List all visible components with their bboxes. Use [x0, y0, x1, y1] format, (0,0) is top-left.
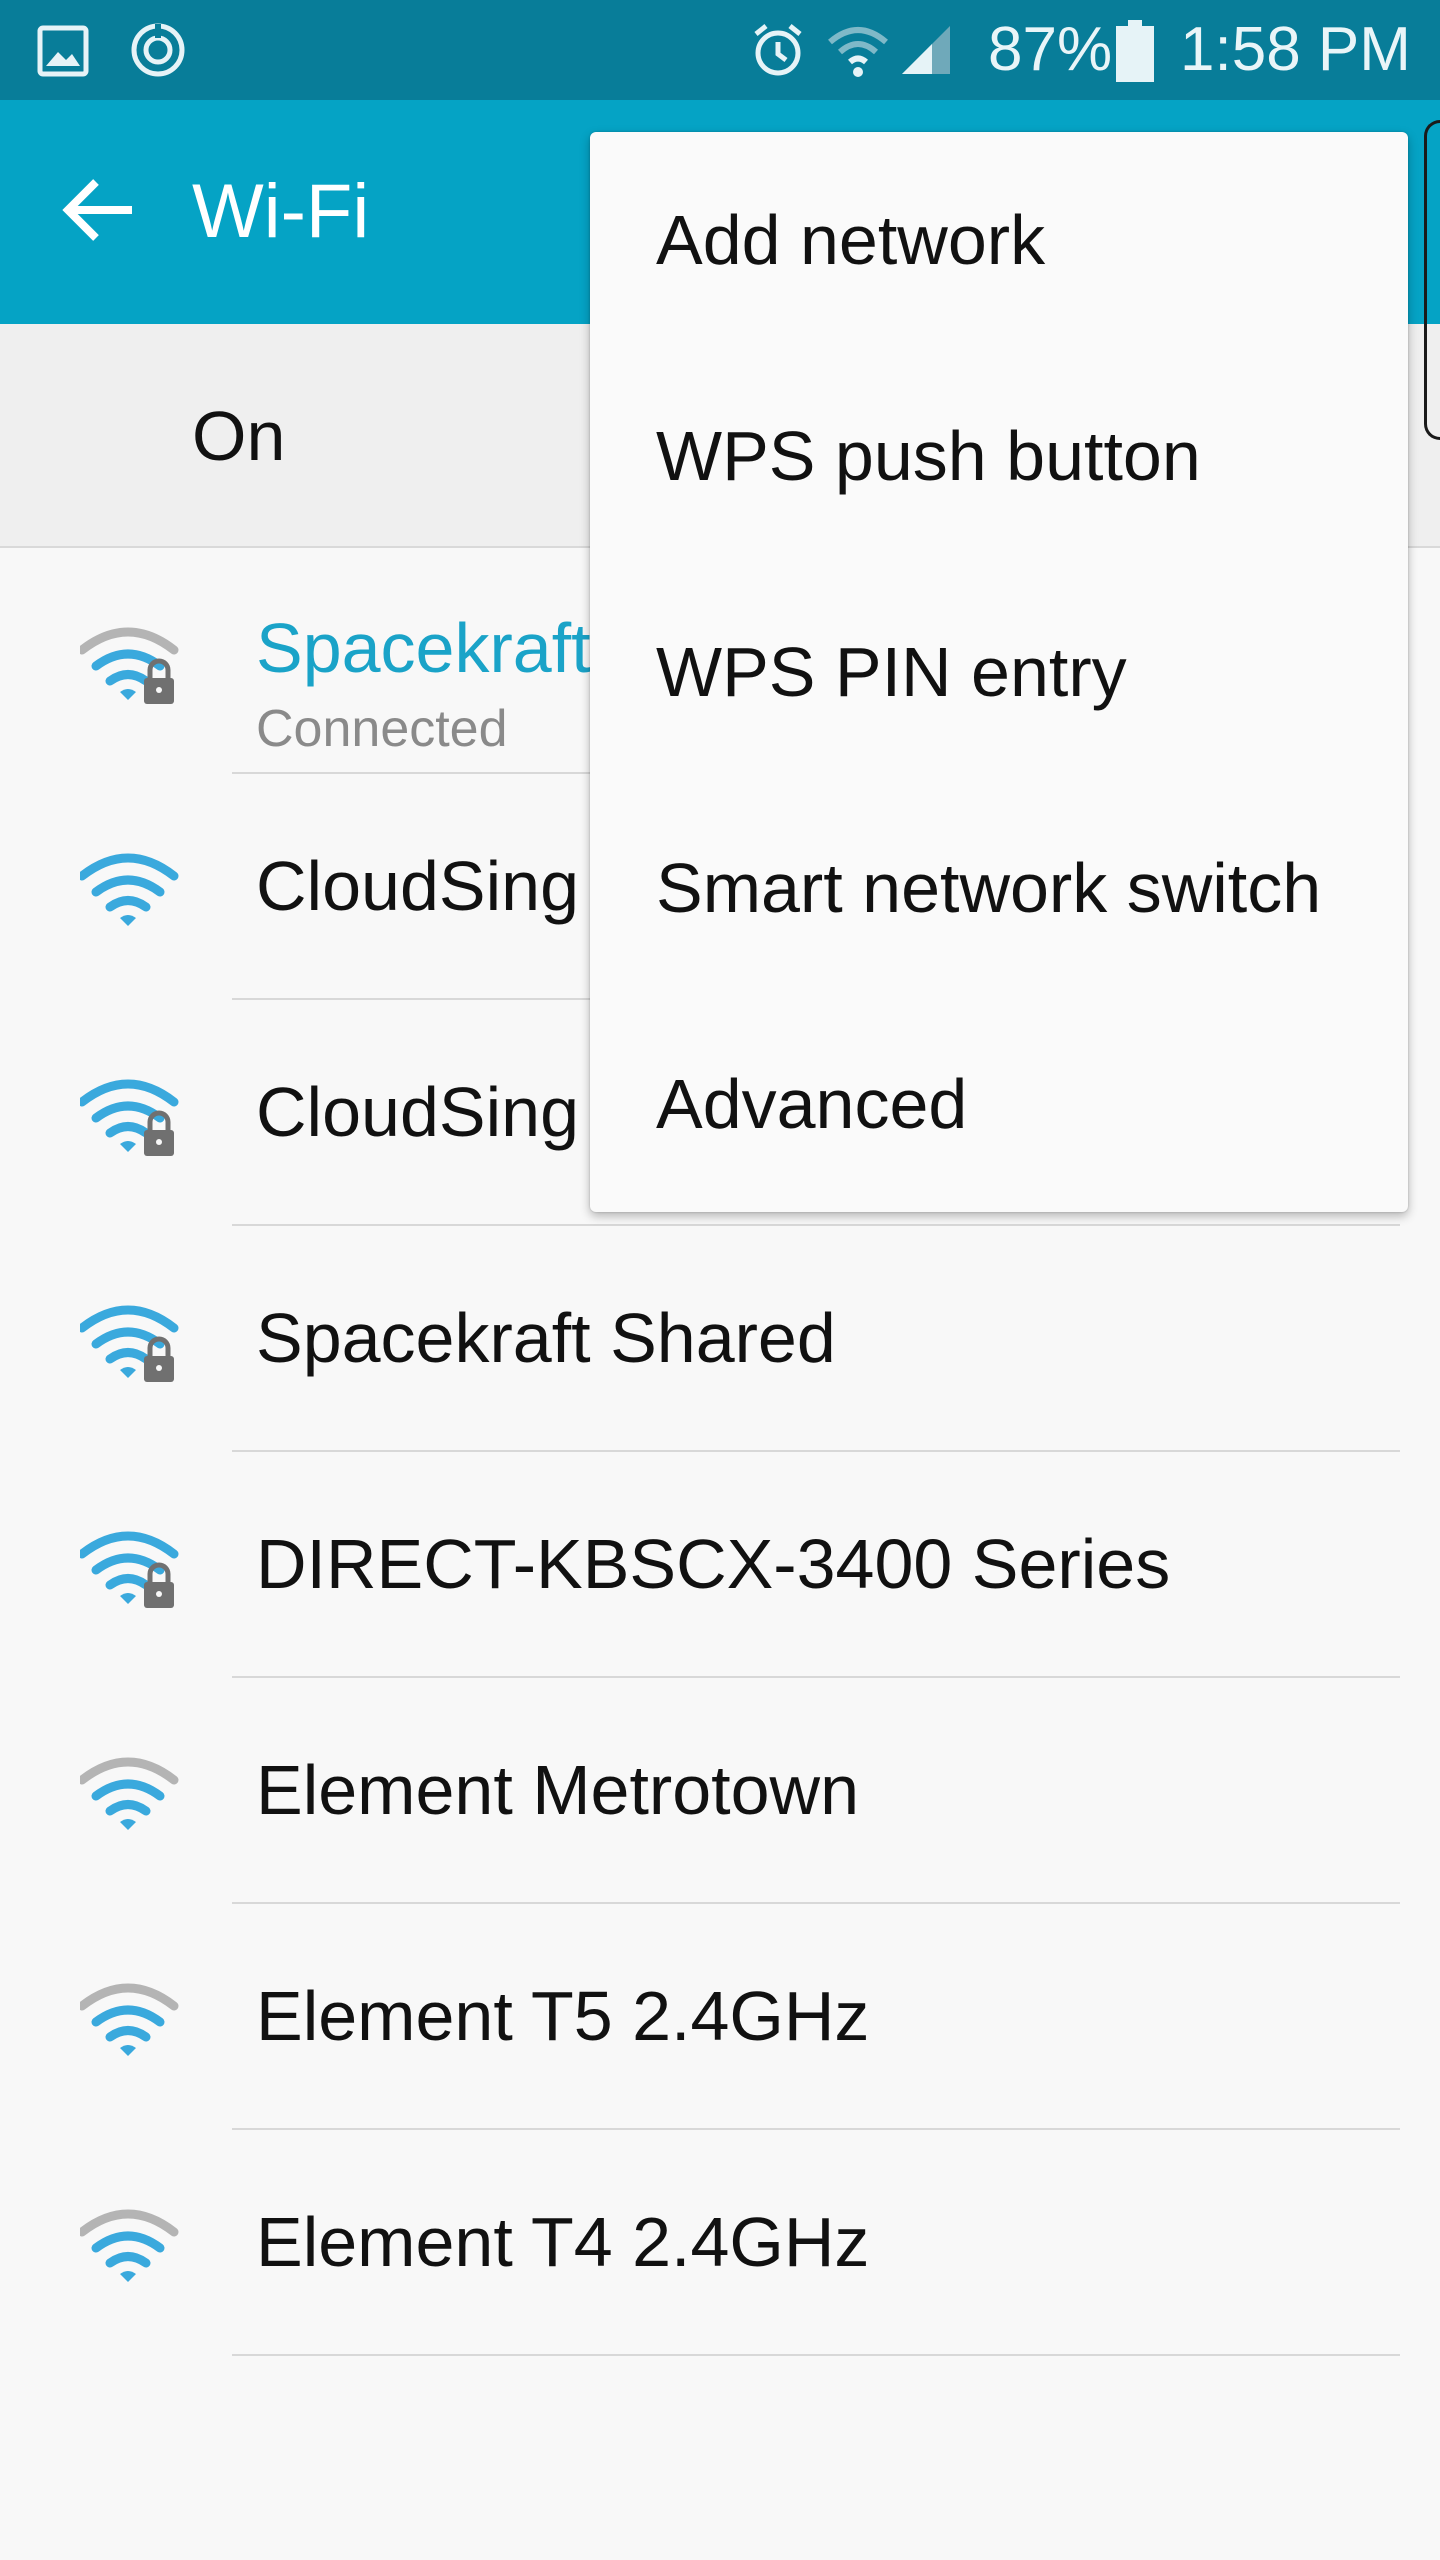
- menu-item-label: WPS PIN entry: [656, 633, 1127, 711]
- network-item-direct-kbscx[interactable]: DIRECT-KBSCX-3400 Series: [0, 1452, 1440, 1678]
- wifi-locked-full-icon: [77, 1298, 180, 1388]
- divider: [232, 2354, 1400, 2356]
- network-name: CloudSing: [256, 1073, 579, 1151]
- network-status: Connected: [256, 700, 508, 758]
- arrow-left-icon: [62, 179, 132, 241]
- gallery-icon: [36, 24, 90, 78]
- master-toggle-edge: [1424, 120, 1440, 440]
- menu-item-label: WPS push button: [656, 417, 1201, 495]
- wifi-signal-icon: [826, 20, 890, 80]
- back-button[interactable]: [52, 162, 148, 258]
- wifi-medium-icon: [77, 2202, 180, 2292]
- wifi-medium-icon: [77, 1750, 180, 1840]
- menu-item-label: Add network: [656, 201, 1046, 279]
- wifi-locked-full-icon: [77, 1072, 180, 1162]
- menu-item-advanced[interactable]: Advanced: [590, 996, 1408, 1212]
- wifi-full-icon: [77, 846, 180, 936]
- sync-icon: [128, 20, 188, 80]
- menu-item-label: Advanced: [656, 1065, 968, 1143]
- battery-percent: 87%: [988, 15, 1113, 84]
- battery-icon: [1116, 20, 1154, 82]
- network-item-element-t5[interactable]: Element T5 2.4GHz: [0, 1904, 1440, 2130]
- alarm-icon: [748, 20, 808, 80]
- network-name: Element Metrotown: [256, 1751, 860, 1829]
- page-title: Wi-Fi: [192, 169, 370, 254]
- network-name: CloudSing: [256, 847, 579, 925]
- wifi-medium-icon: [77, 1976, 180, 2066]
- menu-item-smart-network-switch[interactable]: Smart network switch: [590, 780, 1408, 996]
- overflow-menu: Add network WPS push button WPS PIN entr…: [590, 132, 1408, 1212]
- network-name: Element T4 2.4GHz: [256, 2203, 870, 2281]
- wifi-locked-medium-icon: [77, 620, 180, 710]
- menu-item-wps-push-button[interactable]: WPS push button: [590, 348, 1408, 564]
- network-name: DIRECT-KBSCX-3400 Series: [256, 1525, 1171, 1603]
- network-item-spacekraft-shared[interactable]: Spacekraft Shared: [0, 1226, 1440, 1452]
- network-name: Element T5 2.4GHz: [256, 1977, 870, 2055]
- network-item-element-metrotown[interactable]: Element Metrotown: [0, 1678, 1440, 1904]
- wifi-settings-screen: 87% 1:58 PM Wi-Fi On Spacekraft Connecte…: [0, 0, 1440, 2560]
- network-item-element-t4[interactable]: Element T4 2.4GHz: [0, 2130, 1440, 2356]
- wifi-switch-label: On: [192, 397, 286, 475]
- wifi-locked-full-icon: [77, 1524, 180, 1614]
- cellular-signal-icon: [898, 22, 954, 78]
- menu-item-add-network[interactable]: Add network: [590, 132, 1408, 348]
- menu-item-wps-pin-entry[interactable]: WPS PIN entry: [590, 564, 1408, 780]
- network-name: Spacekraft: [256, 609, 591, 687]
- menu-item-label: Smart network switch: [656, 849, 1322, 927]
- status-bar: 87% 1:58 PM: [0, 0, 1440, 100]
- network-name: Spacekraft Shared: [256, 1299, 836, 1377]
- status-time: 1:58 PM: [1180, 15, 1411, 84]
